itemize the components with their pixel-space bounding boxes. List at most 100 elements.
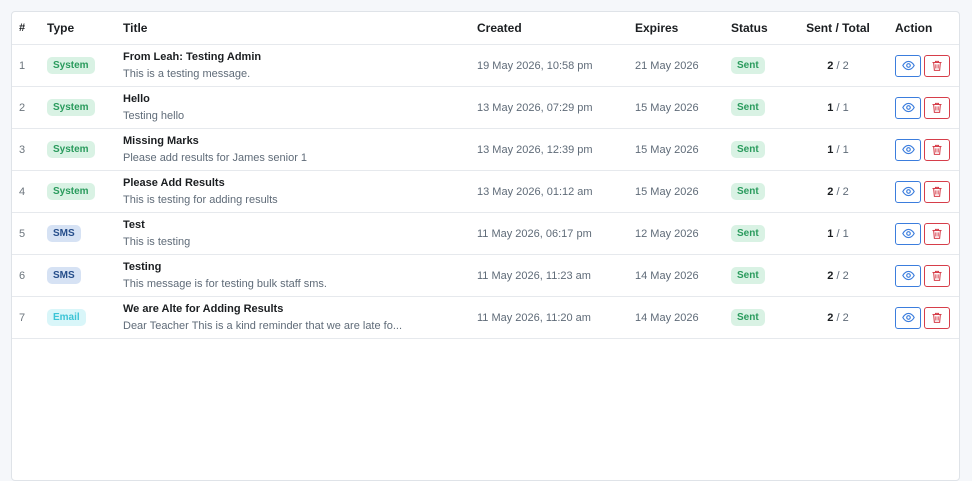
sent-count: 1 xyxy=(827,143,834,156)
header-num: # xyxy=(12,12,47,45)
expires-date: 14 May 2026 xyxy=(635,254,731,297)
created-date: 13 May 2026, 07:29 pm xyxy=(477,86,635,129)
view-button[interactable] xyxy=(895,222,921,245)
view-button[interactable] xyxy=(895,180,921,203)
sent-total: 2 / 2 xyxy=(793,254,883,297)
view-button[interactable] xyxy=(895,264,921,287)
message-title: Testing xyxy=(123,261,162,273)
message-preview: This is a testing message. xyxy=(123,68,251,80)
view-button[interactable] xyxy=(895,54,921,77)
row-number: 7 xyxy=(12,296,47,339)
type-badge: System xyxy=(47,183,95,200)
view-button[interactable] xyxy=(895,306,921,329)
expires-date: 12 May 2026 xyxy=(635,212,731,255)
message-title: Hello xyxy=(123,93,150,105)
table-row: 2 System Hello Testing hello 13 May 2026… xyxy=(12,86,959,129)
table-row: 1 System From Leah: Testing Admin This i… xyxy=(12,44,959,87)
total-count: / 2 xyxy=(836,311,849,324)
view-button[interactable] xyxy=(895,96,921,119)
eye-icon xyxy=(901,102,915,113)
row-number: 3 xyxy=(12,128,47,171)
expires-date: 15 May 2026 xyxy=(635,86,731,129)
sent-total: 1 / 1 xyxy=(793,128,883,171)
trash-icon xyxy=(932,186,942,197)
sent-total: 2 / 2 xyxy=(793,170,883,213)
type-badge: Email xyxy=(47,309,86,326)
message-title: We are Alte for Adding Results xyxy=(123,303,284,315)
header-type: Type xyxy=(47,12,123,45)
message-preview: This is testing for adding results xyxy=(123,194,278,206)
message-preview: Testing hello xyxy=(123,110,185,122)
status-badge: Sent xyxy=(731,309,765,326)
table-row: 6 SMS Testing This message is for testin… xyxy=(12,254,959,297)
row-number: 4 xyxy=(12,170,47,213)
status-badge: Sent xyxy=(731,99,765,116)
row-number: 2 xyxy=(12,86,47,129)
created-date: 13 May 2026, 01:12 am xyxy=(477,170,635,213)
message-title: Missing Marks xyxy=(123,135,199,147)
delete-button[interactable] xyxy=(924,138,950,161)
message-preview: Dear Teacher This is a kind reminder tha… xyxy=(123,320,403,332)
status-badge: Sent xyxy=(731,225,765,242)
header-expires: Expires xyxy=(635,12,731,45)
status-badge: Sent xyxy=(731,267,765,284)
message-preview: This is testing xyxy=(123,236,191,248)
eye-icon xyxy=(901,270,915,281)
sent-count: 2 xyxy=(827,311,834,324)
total-count: / 2 xyxy=(836,185,849,198)
delete-button[interactable] xyxy=(924,96,950,119)
table-header-row: # Type Title Created Expires Status Sent… xyxy=(12,12,959,45)
expires-date: 21 May 2026 xyxy=(635,44,731,87)
total-count: / 1 xyxy=(836,101,849,114)
sent-total: 2 / 2 xyxy=(793,296,883,339)
sent-count: 2 xyxy=(827,59,834,72)
sent-count: 1 xyxy=(827,101,834,114)
expires-date: 14 May 2026 xyxy=(635,296,731,339)
created-date: 11 May 2026, 06:17 pm xyxy=(477,212,635,255)
sent-total: 1 / 1 xyxy=(793,86,883,129)
table-row: 5 SMS Test This is testing 11 May 2026, … xyxy=(12,212,959,255)
header-created: Created xyxy=(477,12,635,45)
total-count: / 2 xyxy=(836,59,849,72)
eye-icon xyxy=(901,60,915,71)
messages-card: # Type Title Created Expires Status Sent… xyxy=(11,11,960,481)
created-date: 11 May 2026, 11:23 am xyxy=(477,254,635,297)
eye-icon xyxy=(901,312,915,323)
created-date: 11 May 2026, 11:20 am xyxy=(477,296,635,339)
message-title: Test xyxy=(123,219,145,231)
trash-icon xyxy=(932,144,942,155)
row-number: 6 xyxy=(12,254,47,297)
sent-total: 1 / 1 xyxy=(793,212,883,255)
status-badge: Sent xyxy=(731,57,765,74)
delete-button[interactable] xyxy=(924,180,950,203)
sent-count: 1 xyxy=(827,227,834,240)
row-number: 1 xyxy=(12,44,47,87)
header-sent-total: Sent / Total xyxy=(793,12,883,45)
message-title: From Leah: Testing Admin xyxy=(123,51,262,63)
message-title: Please Add Results xyxy=(123,177,225,189)
total-count: / 1 xyxy=(836,227,849,240)
eye-icon xyxy=(901,228,915,239)
header-title: Title xyxy=(123,12,477,45)
created-date: 19 May 2026, 10:58 pm xyxy=(477,44,635,87)
type-badge: System xyxy=(47,141,95,158)
table-row: 7 Email We are Alte for Adding Results D… xyxy=(12,296,959,339)
delete-button[interactable] xyxy=(924,306,950,329)
sent-count: 2 xyxy=(827,185,834,198)
created-date: 13 May 2026, 12:39 pm xyxy=(477,128,635,171)
expires-date: 15 May 2026 xyxy=(635,128,731,171)
view-button[interactable] xyxy=(895,138,921,161)
delete-button[interactable] xyxy=(924,222,950,245)
total-count: / 1 xyxy=(836,143,849,156)
total-count: / 2 xyxy=(836,269,849,282)
trash-icon xyxy=(932,270,942,281)
message-preview: This message is for testing bulk staff s… xyxy=(123,278,327,290)
type-badge: SMS xyxy=(47,225,81,242)
row-number: 5 xyxy=(12,212,47,255)
delete-button[interactable] xyxy=(924,264,950,287)
type-badge: System xyxy=(47,99,95,116)
table-row: 4 System Please Add Results This is test… xyxy=(12,170,959,213)
expires-date: 15 May 2026 xyxy=(635,170,731,213)
trash-icon xyxy=(932,228,942,239)
delete-button[interactable] xyxy=(924,54,950,77)
